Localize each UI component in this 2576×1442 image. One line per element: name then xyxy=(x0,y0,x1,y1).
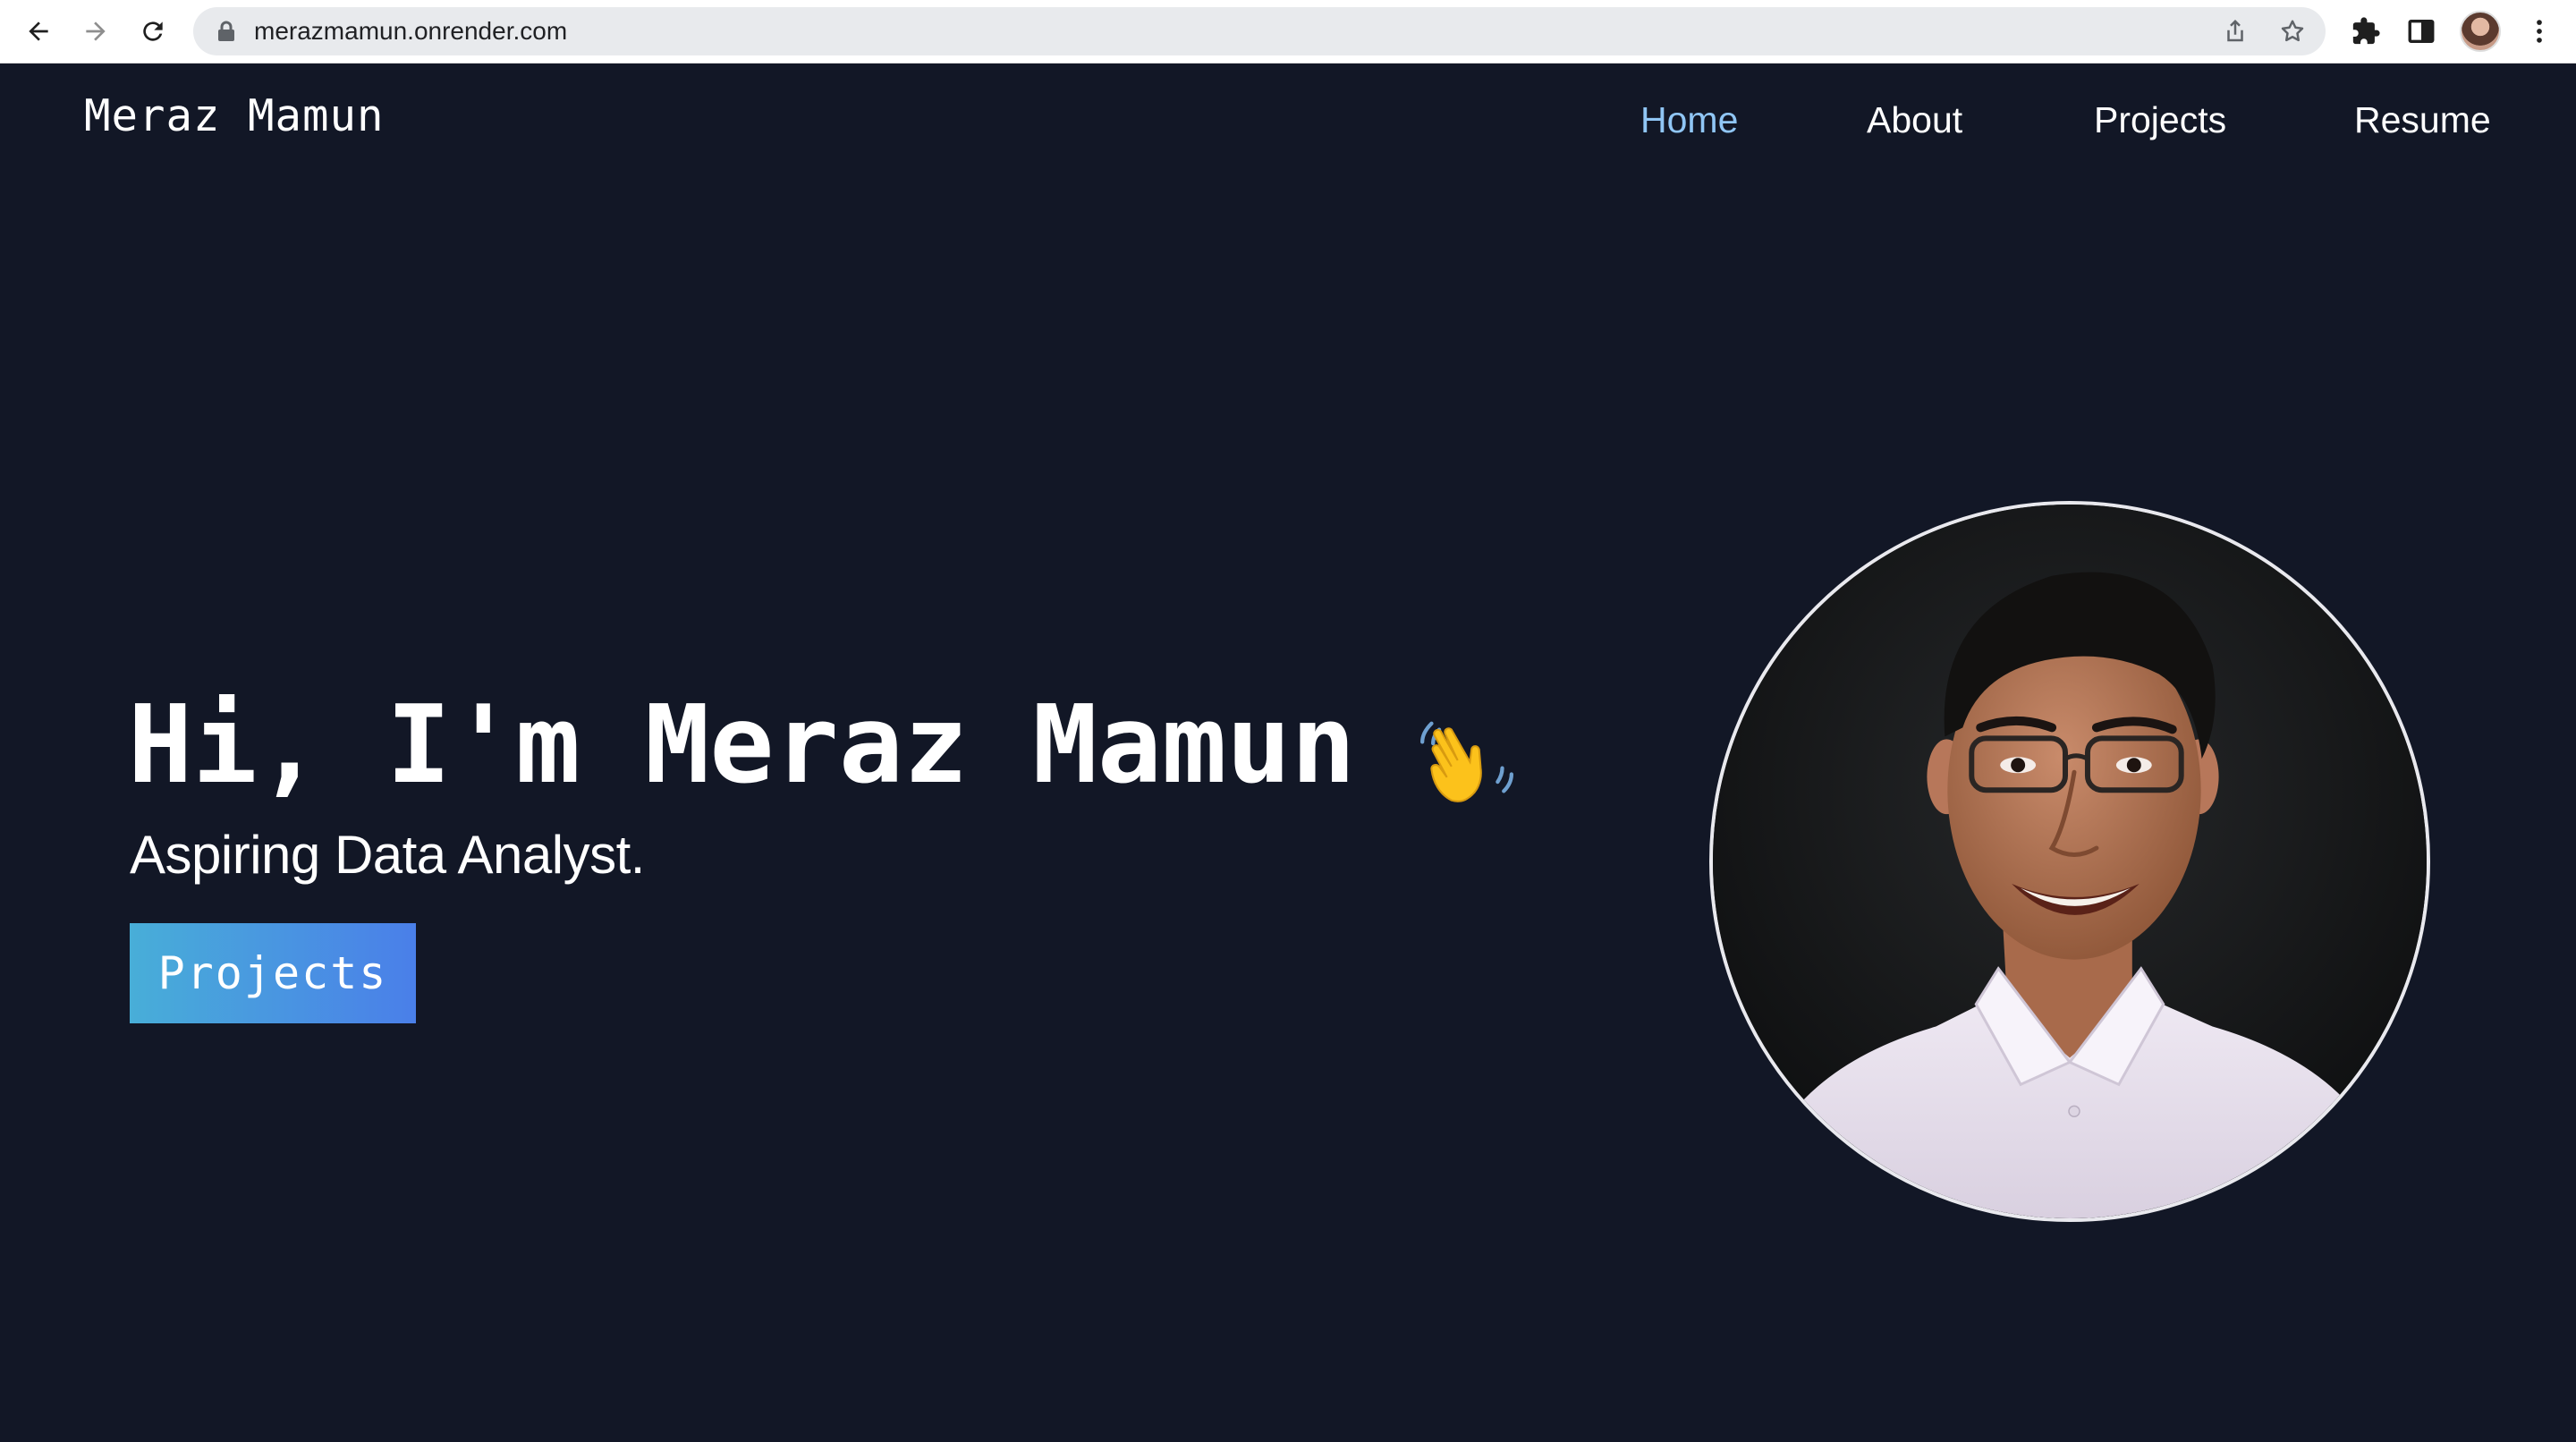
nav-home[interactable]: Home xyxy=(1640,99,1738,141)
top-navigation: Home About Projects Resume xyxy=(0,99,2576,153)
page-body: Meraz Mamun Home About Projects Resume H… xyxy=(0,64,2576,1442)
profile-avatar[interactable] xyxy=(2460,11,2501,52)
forward-button[interactable] xyxy=(75,11,116,52)
lock-icon xyxy=(218,21,234,41)
waving-hand-icon xyxy=(1420,721,1513,802)
share-icon[interactable] xyxy=(2222,18,2249,45)
reload-icon xyxy=(143,21,163,41)
back-button[interactable] xyxy=(18,11,59,52)
star-icon[interactable] xyxy=(2279,18,2306,45)
hero-subtitle: Aspiring Data Analyst. xyxy=(130,825,645,885)
reload-button[interactable] xyxy=(132,11,174,52)
address-bar[interactable]: merazmamun.onrender.com xyxy=(193,7,2326,55)
browser-toolbar: merazmamun.onrender.com xyxy=(0,0,2576,64)
puzzle-icon[interactable] xyxy=(2351,16,2381,47)
arrow-left-icon xyxy=(29,21,48,41)
portrait-photo xyxy=(1709,501,2430,1222)
hero-greeting: Hi, I'm Meraz Mamun xyxy=(128,683,1356,808)
side-panel-icon[interactable] xyxy=(2406,16,2436,47)
nav-about[interactable]: About xyxy=(1867,99,1962,141)
kebab-menu-icon[interactable] xyxy=(2524,16,2555,47)
nav-resume[interactable]: Resume xyxy=(2354,99,2491,141)
projects-button[interactable]: Projects xyxy=(130,923,416,1023)
url-text[interactable]: merazmamun.onrender.com xyxy=(254,7,567,55)
arrow-right-icon xyxy=(86,21,106,41)
nav-projects[interactable]: Projects xyxy=(2094,99,2226,141)
